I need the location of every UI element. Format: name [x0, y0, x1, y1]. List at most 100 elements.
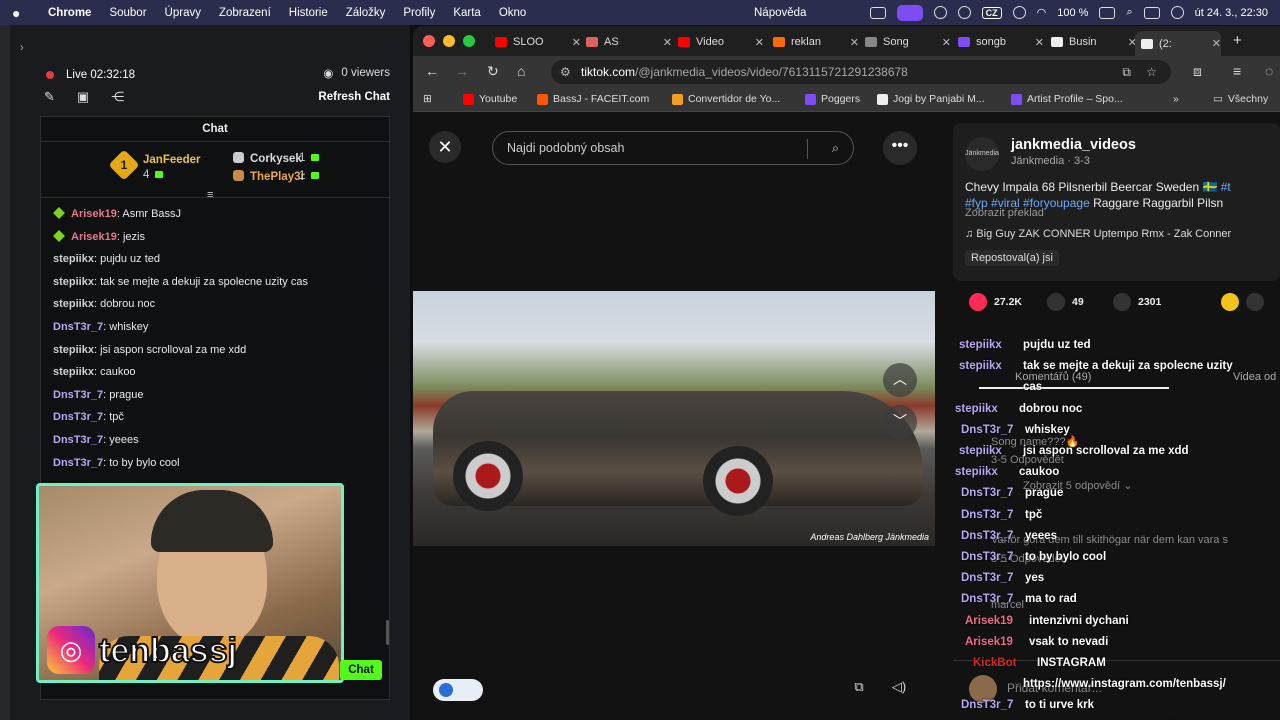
- extensions-icon[interactable]: ⧈: [1193, 63, 1202, 80]
- chat-username[interactable]: Arisek19: [71, 231, 117, 243]
- tab-close-icon[interactable]: ✕: [755, 36, 764, 49]
- reload-icon[interactable]: ↻: [487, 63, 499, 80]
- menu-soubor[interactable]: Soubor: [109, 7, 146, 19]
- siri-icon[interactable]: [1170, 6, 1184, 19]
- save-button[interactable]: 2301: [1113, 293, 1161, 311]
- browser-tab[interactable]: Video ✕: [678, 31, 764, 53]
- chat-username[interactable]: stepiikx: [53, 276, 94, 288]
- bookmark-item[interactable]: BassJ - FACEIT.com: [537, 93, 649, 105]
- leader-name-1[interactable]: JanFeeder: [143, 154, 201, 166]
- home-icon[interactable]: ⌂: [517, 63, 525, 79]
- input-language-badge[interactable]: CZ: [981, 6, 1002, 19]
- bookmark-item[interactable]: Poggers: [805, 93, 860, 105]
- more-options-button[interactable]: •••: [883, 131, 917, 165]
- comment-button[interactable]: 49: [1047, 293, 1084, 311]
- browser-tab[interactable]: (2: ✕: [1135, 31, 1221, 56]
- menu-karta[interactable]: Karta: [453, 7, 481, 19]
- menu-upravy[interactable]: Úpravy: [165, 7, 201, 19]
- chat-username[interactable]: Arisek19: [71, 208, 117, 220]
- video-player[interactable]: Andreas Dahlberg Jänkmedia: [413, 291, 935, 546]
- menu-zobrazeni[interactable]: Zobrazení: [219, 7, 271, 19]
- address-bar[interactable]: ⚙ tiktok.com/@jankmedia_videos/video/761…: [551, 60, 1171, 84]
- collapse-icon[interactable]: ≡: [207, 189, 223, 201]
- search-icon[interactable]: ⌕: [1126, 6, 1132, 19]
- site-info-icon[interactable]: ⚙: [560, 60, 571, 84]
- browser-tab[interactable]: Busin ✕: [1051, 31, 1137, 53]
- menu-historie[interactable]: Historie: [289, 7, 328, 19]
- chat-username[interactable]: stepiikx: [53, 253, 94, 265]
- zoom-window-icon[interactable]: [463, 35, 475, 47]
- chat-username[interactable]: DnsT3r_7: [53, 411, 103, 423]
- bookmark-item[interactable]: Artist Profile – Spo...: [1011, 93, 1123, 105]
- menu-napoveda[interactable]: Nápověda: [754, 7, 806, 19]
- leader-name-3[interactable]: ThePlay3r: [233, 170, 305, 183]
- chat-username[interactable]: stepiikx: [53, 298, 94, 310]
- minimize-window-icon[interactable]: [443, 35, 455, 47]
- new-tab-icon[interactable]: +: [1233, 32, 1242, 49]
- music-link[interactable]: ♫ Big Guy ZAK CONNER Uptempo Rmx - Zak C…: [965, 228, 1231, 240]
- clock[interactable]: út 24. 3., 22:30: [1195, 7, 1268, 19]
- chat-username[interactable]: DnsT3r_7: [53, 389, 103, 401]
- menu-zalozky[interactable]: Záložky: [346, 7, 386, 19]
- refresh-chat-button[interactable]: Refresh Chat: [318, 91, 390, 103]
- tab-close-icon[interactable]: ✕: [850, 36, 859, 49]
- autoscroll-toggle[interactable]: [433, 679, 483, 701]
- creator-username[interactable]: jankmedia_videos: [1011, 137, 1136, 153]
- bookmark-star-icon[interactable]: ☆: [1146, 60, 1157, 84]
- browser-tab[interactable]: reklan ✕: [773, 31, 859, 53]
- apple-icon[interactable]: ●: [12, 5, 34, 21]
- media-icon[interactable]: ≡: [1233, 63, 1241, 79]
- install-icon[interactable]: ⧉: [1122, 60, 1131, 84]
- previous-video-button[interactable]: ︿: [883, 363, 917, 397]
- tab-close-icon[interactable]: ✕: [1212, 37, 1221, 50]
- recording-icon[interactable]: [896, 4, 923, 21]
- next-video-button[interactable]: ﹀: [883, 405, 917, 439]
- chat-username[interactable]: DnsT3r_7: [53, 321, 103, 333]
- volume-icon[interactable]: ◁): [888, 679, 910, 701]
- bookmark-item[interactable]: Youtube: [463, 93, 517, 105]
- play-icon[interactable]: [957, 6, 971, 19]
- forward-icon[interactable]: →: [455, 63, 469, 79]
- chat-username[interactable]: stepiikx: [53, 366, 94, 378]
- accessibility-icon[interactable]: [1012, 6, 1026, 19]
- chat-username[interactable]: DnsT3r_7: [53, 434, 103, 446]
- search-icon[interactable]: ⌕: [832, 132, 839, 164]
- activity-icon[interactable]: [933, 6, 947, 19]
- wifi-icon[interactable]: ◠: [1037, 6, 1047, 19]
- tab-close-icon[interactable]: ✕: [1035, 36, 1044, 49]
- browser-tab[interactable]: SLOO ✕: [495, 31, 581, 53]
- profile-icon[interactable]: ◌: [1265, 63, 1273, 79]
- close-video-button[interactable]: ✕: [429, 131, 461, 163]
- browser-tab[interactable]: songb ✕: [958, 31, 1044, 53]
- pencil-icon[interactable]: ✎: [44, 89, 55, 105]
- all-bookmarks-folder[interactable]: ▭ Všechny: [1213, 93, 1268, 105]
- send-chat-button[interactable]: Chat: [340, 660, 382, 680]
- bookmark-item[interactable]: Convertidor de Yo...: [672, 93, 780, 105]
- menu-profily[interactable]: Profily: [403, 7, 435, 19]
- tab-close-icon[interactable]: ✕: [572, 36, 581, 49]
- chat-username[interactable]: DnsT3r_7: [53, 457, 103, 469]
- chat-username[interactable]: stepiikx: [53, 344, 94, 356]
- camera-icon[interactable]: ▣: [77, 89, 89, 105]
- menu-app-chrome[interactable]: Chrome: [48, 7, 91, 19]
- screen-icon[interactable]: [869, 6, 886, 19]
- like-button[interactable]: 27.2K: [969, 293, 1022, 311]
- tab-creator-videos[interactable]: Videa od: [1233, 371, 1276, 383]
- browser-tab[interactable]: Song ✕: [865, 31, 951, 53]
- repost-badge[interactable]: Repostoval(a) jsi: [965, 250, 1059, 266]
- bookmark-item[interactable]: Jogi by Panjabi M...: [877, 93, 985, 105]
- expand-chevron-icon[interactable]: ›: [20, 42, 24, 54]
- browser-tab[interactable]: AS ✕: [586, 31, 672, 53]
- close-window-icon[interactable]: [423, 35, 435, 47]
- bookmarks-overflow-icon[interactable]: »: [1173, 93, 1179, 105]
- chat-scrollbar[interactable]: [386, 620, 389, 645]
- leader-name-2[interactable]: Corkysek: [233, 152, 302, 165]
- control-center-icon[interactable]: [1143, 6, 1160, 19]
- menu-okno[interactable]: Okno: [499, 7, 527, 19]
- share-embed-buttons[interactable]: [1221, 293, 1264, 311]
- tab-close-icon[interactable]: ✕: [663, 36, 672, 49]
- tab-close-icon[interactable]: ✕: [942, 36, 951, 49]
- creator-avatar[interactable]: Jänkmedia: [965, 137, 999, 171]
- pip-icon[interactable]: ⧉: [848, 679, 870, 701]
- show-translation-link[interactable]: Zobrazit překlad: [965, 207, 1044, 219]
